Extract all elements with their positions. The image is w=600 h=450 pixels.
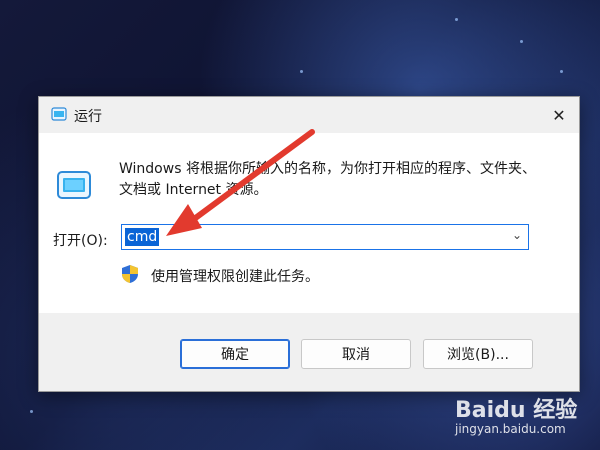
open-combobox[interactable]: cmd ⌄: [121, 224, 529, 250]
watermark-url: jingyan.baidu.com: [455, 422, 566, 436]
close-icon: ✕: [552, 105, 566, 125]
dialog-content: Windows 将根据你所输入的名称，为你打开相应的程序、文件夹、文档或 Int…: [39, 133, 579, 313]
background-sparkle: [30, 410, 33, 413]
ok-button[interactable]: 确定: [180, 339, 290, 369]
browse-button[interactable]: 浏览(B)...: [423, 339, 533, 369]
cancel-button[interactable]: 取消: [301, 339, 411, 369]
dialog-footer: 确定 取消 浏览(B)...: [39, 313, 579, 391]
title-bar[interactable]: 运行 ✕: [39, 97, 579, 133]
admin-note: 使用管理权限创建此任务。: [151, 269, 319, 285]
open-label: 打开(O):: [53, 233, 108, 249]
run-dialog: 运行 ✕ Windows 将根据你所输入的名称，为你打开相应的程序、文件夹、文档…: [38, 96, 580, 392]
chevron-down-icon[interactable]: ⌄: [512, 228, 522, 242]
dialog-title: 运行: [74, 109, 102, 125]
open-input-value[interactable]: cmd: [125, 228, 160, 246]
shield-icon: [122, 265, 138, 283]
baidu-watermark: Baidu 经验 jingyan.baidu.com: [455, 392, 577, 436]
run-icon: [57, 171, 91, 199]
watermark-brand: Baidu 经验: [455, 398, 578, 423]
run-icon: [51, 107, 67, 121]
description-text: Windows 将根据你所输入的名称，为你打开相应的程序、文件夹、文档或 Int…: [119, 161, 536, 198]
background-sparkle: [520, 40, 523, 43]
background-sparkle: [300, 70, 303, 73]
background-sparkle: [560, 70, 563, 73]
close-button[interactable]: ✕: [539, 97, 579, 133]
background-sparkle: [455, 18, 458, 21]
